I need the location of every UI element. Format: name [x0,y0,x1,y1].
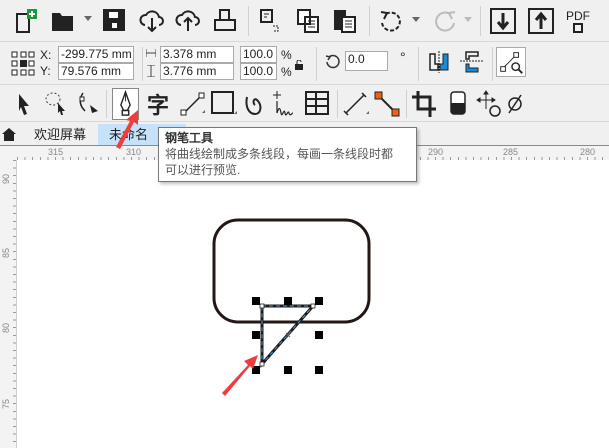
annotation-arrow [222,355,258,396]
tooltip-line2: 可以进行预览. [165,163,241,177]
tooltip-line1: 将曲线绘制成多条线段，每画一条线段时都 [165,147,394,161]
triangle-shape [259,303,317,368]
tooltip-title: 钢笔工具 [165,131,214,145]
annotation-arrow [116,110,138,149]
canvas-overlay [116,110,371,396]
pen-tool-tooltip: 钢笔工具 将曲线绘制成多条线段，每画一条线段时都 可以进行预览. [158,127,417,182]
